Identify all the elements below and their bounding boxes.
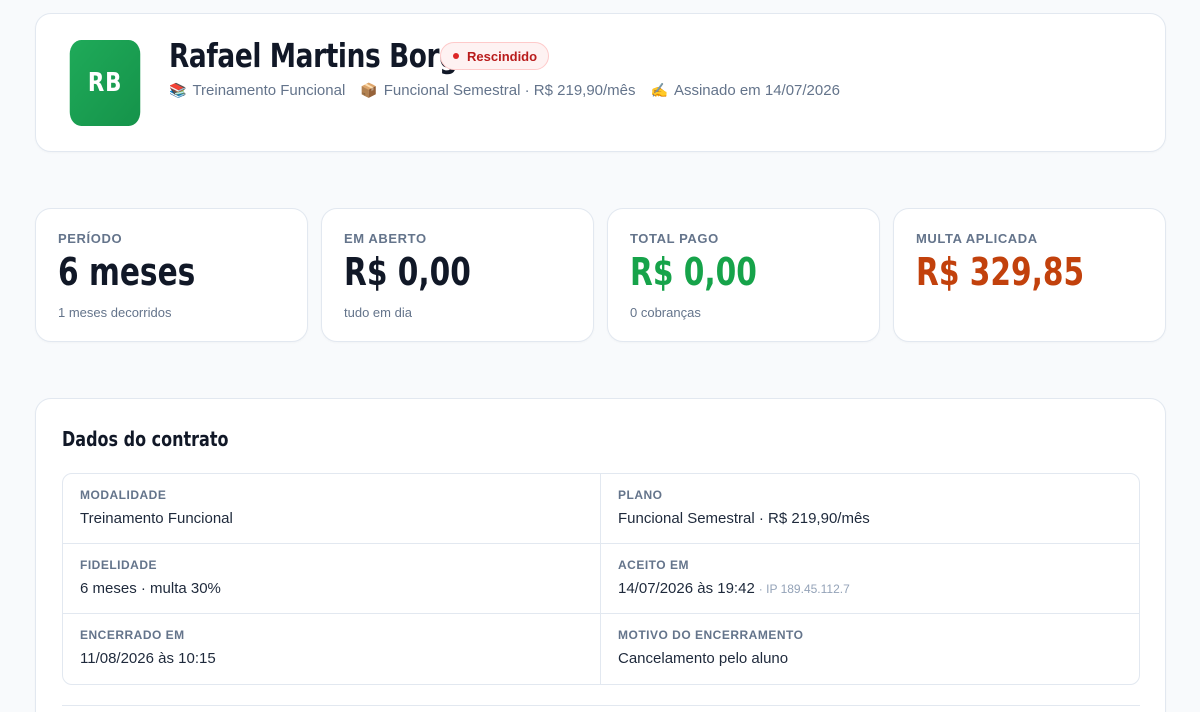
meta-signed: ✍️ Assinado em 14/07/2026: [651, 82, 840, 99]
meta-plan-text: Funcional Semestral · R$ 219,90/mês: [383, 82, 636, 99]
field-value: Funcional Semestral · R$ 219,90/mês: [618, 510, 870, 527]
section-divider: [62, 705, 1140, 706]
stat-label: TOTAL PAGO: [630, 231, 719, 246]
field-encerrado-em: ENCERRADO EM 11/08/2026 às 10:15: [63, 614, 601, 684]
field-fidelidade: FIDELIDADE 6 meses · multa 30%: [63, 544, 601, 614]
books-icon: 📚: [169, 82, 187, 98]
field-plano: PLANO Funcional Semestral · R$ 219,90/mê…: [601, 474, 1139, 544]
field-value-row: 14/07/2026 às 19:42 · IP 189.45.112.7: [618, 580, 1124, 597]
stat-value: R$ 329,85: [916, 250, 1085, 294]
ip-address-note: · IP 189.45.112.7: [758, 582, 850, 596]
field-label: ENCERRADO EM: [80, 628, 185, 642]
stat-card-periodo: PERÍODO 6 meses 1 meses decorridos: [35, 208, 308, 342]
meta-modality: 📚 Treinamento Funcional: [169, 82, 345, 99]
stat-label: EM ABERTO: [344, 231, 427, 246]
stat-value: 6 meses: [58, 250, 196, 294]
field-value: 6 meses · multa 30%: [80, 580, 221, 597]
status-label: Rescindido: [467, 48, 538, 64]
stat-label: MULTA APLICADA: [916, 231, 1038, 246]
field-modalidade: MODALIDADE Treinamento Funcional: [63, 474, 601, 544]
field-label: MOTIVO DO ENCERRAMENTO: [618, 628, 804, 642]
section-title: Dados do contrato: [62, 427, 229, 451]
meta-modality-text: Treinamento Funcional: [192, 82, 346, 99]
stat-value: R$ 0,00: [344, 250, 471, 294]
stat-card-em-aberto: EM ABERTO R$ 0,00 tudo em dia: [321, 208, 594, 342]
stat-card-multa-aplicada: MULTA APLICADA R$ 329,85: [893, 208, 1166, 342]
contract-details-card: Dados do contrato MODALIDADE Treinamento…: [35, 398, 1166, 712]
student-header-card: RB Rafael Martins Borges Rescindido 📚 Tr…: [35, 13, 1166, 152]
stat-subtext: 1 meses decorridos: [58, 305, 172, 320]
field-value: 11/08/2026 às 10:15: [80, 650, 216, 667]
writing-hand-icon: ✍️: [650, 82, 668, 98]
avatar: RB: [69, 40, 141, 126]
field-aceito-em: ACEITO EM 14/07/2026 às 19:42 · IP 189.45…: [601, 544, 1139, 614]
field-label: PLANO: [618, 488, 663, 502]
stat-subtext: 0 cobranças: [630, 305, 701, 320]
field-label: ACEITO EM: [618, 558, 689, 572]
package-icon: 📦: [360, 82, 378, 98]
stat-label: PERÍODO: [58, 231, 123, 246]
meta-plan: 📦 Funcional Semestral · R$ 219,90/mês: [360, 82, 635, 99]
field-motivo-encerramento: MOTIVO DO ENCERRAMENTO Cancelamento pelo…: [601, 614, 1139, 684]
field-label: MODALIDADE: [80, 488, 167, 502]
stat-subtext: tudo em dia: [344, 305, 412, 320]
field-value: Treinamento Funcional: [80, 510, 233, 527]
status-badge: Rescindido: [440, 42, 550, 70]
field-label: FIDELIDADE: [80, 558, 157, 572]
meta-signed-text: Assinado em 14/07/2026: [673, 82, 840, 99]
contract-meta-row: 📚 Treinamento Funcional 📦 Funcional Seme…: [169, 82, 840, 99]
stat-value: R$ 0,00: [630, 250, 757, 294]
contract-fields-grid: MODALIDADE Treinamento Funcional PLANO F…: [62, 473, 1140, 685]
status-dot-icon: [453, 53, 459, 59]
field-value: Cancelamento pelo aluno: [618, 650, 789, 667]
field-value: 14/07/2026 às 19:42: [618, 580, 755, 597]
stat-card-total-pago: TOTAL PAGO R$ 0,00 0 cobranças: [607, 208, 880, 342]
